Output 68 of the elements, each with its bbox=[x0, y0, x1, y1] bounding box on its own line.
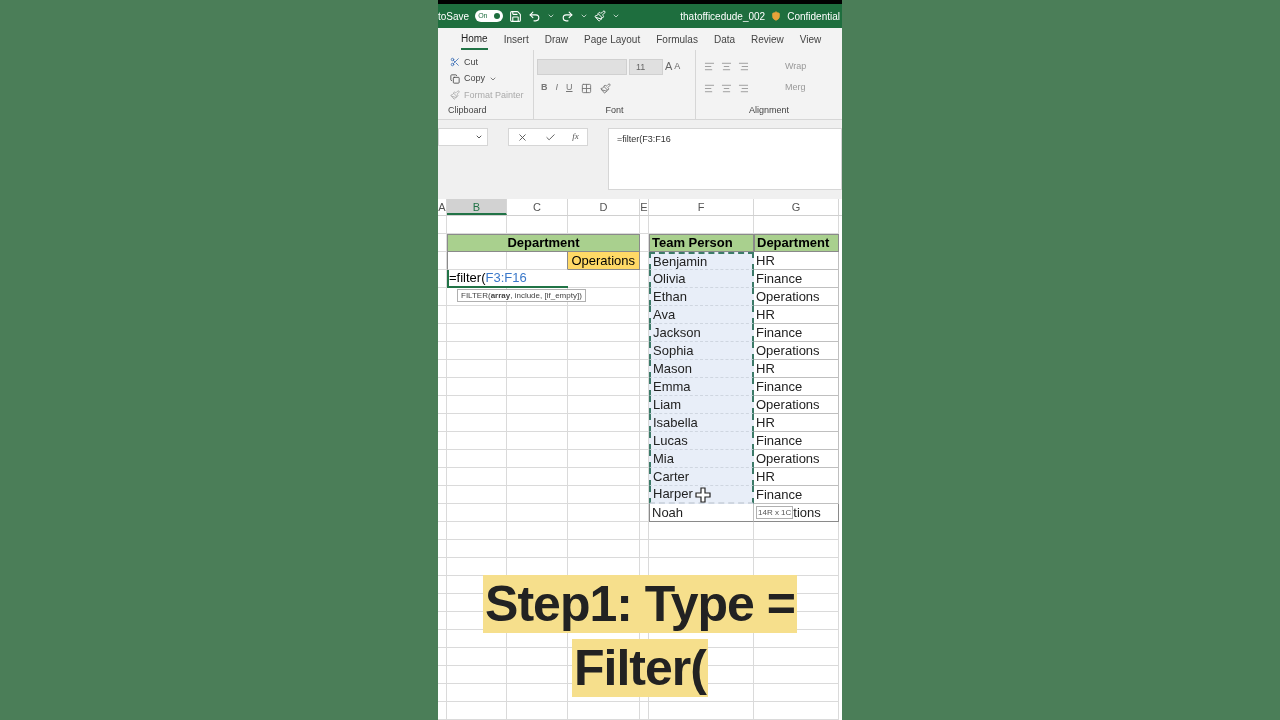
person-name: Mia bbox=[653, 449, 674, 468]
column-header[interactable]: E bbox=[640, 199, 649, 215]
department-value: Finance bbox=[756, 485, 803, 504]
person-name: Lucas bbox=[653, 431, 688, 450]
department-value: Finance bbox=[756, 323, 803, 342]
department-value: HR bbox=[756, 305, 775, 324]
bold-button[interactable]: B bbox=[541, 81, 548, 95]
grow-font-button[interactable]: A bbox=[665, 58, 673, 75]
italic-button[interactable]: I bbox=[555, 81, 558, 95]
person-name: Carter bbox=[653, 467, 690, 486]
column-header[interactable]: B bbox=[447, 199, 507, 215]
ribbon-tab[interactable]: Page Layout bbox=[584, 28, 641, 50]
function-tooltip: FILTER(array, include, [if_empty]) bbox=[457, 289, 586, 302]
ribbon-tab[interactable]: Draw bbox=[544, 28, 569, 50]
department-value: HR bbox=[756, 251, 775, 270]
ribbon-tab[interactable]: Review bbox=[751, 28, 784, 50]
department-value: Finance bbox=[756, 377, 803, 396]
underline-button[interactable]: U bbox=[566, 81, 573, 95]
department-value: HR bbox=[756, 413, 775, 432]
column-header[interactable]: C bbox=[507, 199, 568, 215]
group-label: Clipboard bbox=[448, 103, 488, 117]
font-size-field[interactable]: 11 bbox=[629, 58, 663, 75]
caption-overlay: Step1: Type = bbox=[483, 575, 797, 633]
department-value: Operations bbox=[756, 341, 820, 360]
shrink-font-button[interactable]: A bbox=[674, 59, 681, 74]
department-value: Operations bbox=[756, 287, 820, 306]
table-header: Department bbox=[754, 234, 839, 252]
person-name: Sophia bbox=[653, 341, 694, 360]
table-header: Department bbox=[447, 234, 640, 252]
ribbon-tab[interactable]: View bbox=[799, 28, 822, 50]
cell-editor[interactable]: =filter(F3:F16 bbox=[449, 270, 527, 286]
file-name: thatofficedude_002 bbox=[680, 9, 766, 24]
department-value: Finance bbox=[756, 269, 803, 288]
ribbon-tab[interactable]: Formulas bbox=[656, 28, 698, 50]
department-value: tions bbox=[793, 503, 821, 522]
insert-function-button[interactable]: fx bbox=[572, 130, 579, 144]
person-name: Harper bbox=[653, 485, 693, 504]
department-value: Finance bbox=[756, 431, 803, 450]
table-header: Team Person bbox=[649, 234, 754, 252]
person-name: Isabella bbox=[653, 413, 698, 432]
formula-input[interactable]: =filter(F3:F16 bbox=[608, 128, 842, 190]
selection-size-tooltip: 14R x 1C bbox=[756, 506, 794, 519]
person-name: Noah bbox=[652, 503, 684, 522]
department-value: HR bbox=[756, 359, 775, 378]
group-label: Font bbox=[604, 103, 625, 117]
copy-button[interactable]: Copy bbox=[464, 72, 485, 86]
column-header[interactable]: D bbox=[568, 199, 640, 215]
person-name: Mason bbox=[653, 359, 693, 378]
sensitivity-label[interactable]: Confidential bbox=[787, 8, 840, 24]
cut-button[interactable]: Cut bbox=[464, 55, 478, 69]
department-value: HR bbox=[756, 467, 775, 486]
ribbon-tab[interactable]: Data bbox=[713, 28, 736, 50]
person-name: Emma bbox=[653, 377, 691, 396]
group-label: Alignment bbox=[748, 103, 790, 117]
person-name: Ethan bbox=[653, 287, 687, 306]
person-name: Benjamin bbox=[653, 252, 708, 271]
autosave-label: toSave bbox=[438, 9, 470, 24]
person-name: Ava bbox=[653, 305, 676, 324]
person-name: Olivia bbox=[653, 269, 686, 288]
person-name: Jackson bbox=[653, 323, 701, 342]
column-header[interactable]: G bbox=[754, 199, 839, 215]
department-value: Operations bbox=[756, 395, 820, 414]
criteria-value: Operations bbox=[571, 251, 635, 270]
column-header[interactable]: F bbox=[649, 199, 754, 215]
caption-overlay: Filter( bbox=[572, 639, 708, 697]
department-value: Operations bbox=[756, 449, 820, 468]
person-name: Liam bbox=[653, 395, 682, 414]
ribbon-tab[interactable]: Insert bbox=[503, 28, 529, 50]
